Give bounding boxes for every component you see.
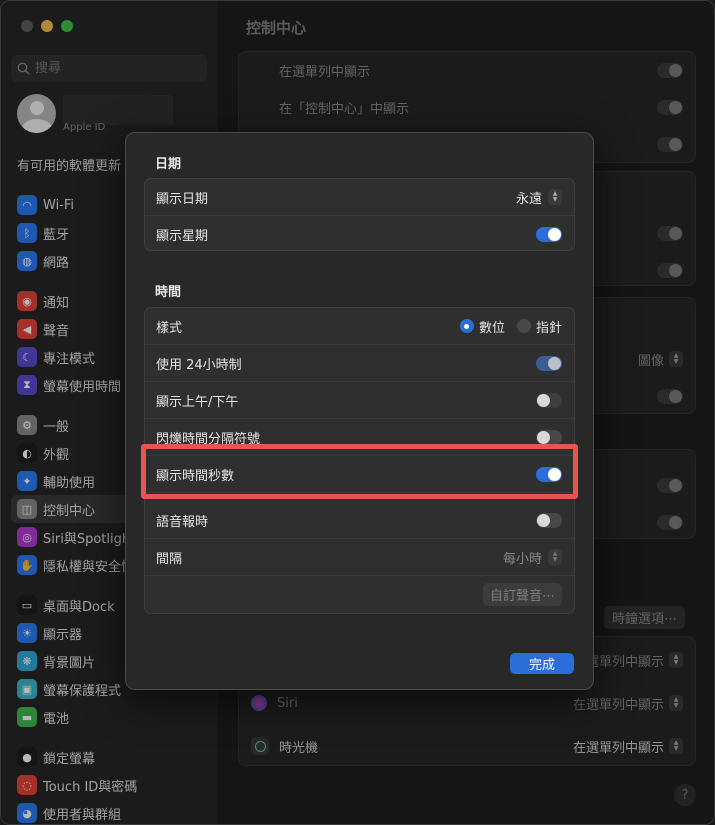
time-section-title: 時間 bbox=[155, 285, 182, 300]
style-digital-radio[interactable]: 數位 bbox=[459, 317, 505, 336]
show-weekday-toggle[interactable] bbox=[536, 227, 562, 242]
show-weekday-label: 顯示星期 bbox=[156, 229, 209, 244]
custom-voice-row: 自訂聲音⋯ bbox=[145, 576, 574, 613]
radio-unselected-icon bbox=[516, 319, 531, 333]
show-weekday-row: 顯示星期 bbox=[145, 216, 574, 253]
show-date-label: 顯示日期 bbox=[156, 191, 209, 207]
style-analog-radio[interactable]: 指針 bbox=[516, 317, 562, 336]
interval-label: 間隔 bbox=[156, 551, 183, 567]
done-button[interactable]: 完成 bbox=[510, 653, 574, 674]
show-date-value: 永遠 bbox=[515, 191, 542, 207]
style-radio-group: 數位 指針 bbox=[459, 317, 562, 336]
style-label: 樣式 bbox=[156, 320, 183, 336]
show-ampm-toggle[interactable] bbox=[536, 392, 562, 408]
style-analog-label: 指針 bbox=[535, 320, 562, 336]
flash-separators-toggle[interactable] bbox=[536, 429, 562, 445]
date-group: 顯示日期 永遠 ▲ ▼ 顯示星期 bbox=[144, 178, 575, 251]
interval-row: 間隔 每小時 ▲ ▼ bbox=[145, 539, 574, 576]
clock-options-sheet: 日期 顯示日期 永遠 ▲ ▼ 顯示星期 時間 樣式 數位 指針 使用 24小時制… bbox=[125, 132, 594, 690]
show-ampm-label: 顯示上午/下午 bbox=[156, 394, 239, 410]
updown-chevron-icon: ▲ ▼ bbox=[548, 189, 562, 205]
style-row: 樣式 數位 指針 bbox=[145, 308, 574, 345]
show-date-row: 顯示日期 永遠 ▲ ▼ bbox=[145, 179, 574, 216]
interval-select[interactable]: 每小時 ▲ ▼ bbox=[503, 548, 562, 567]
show-date-select[interactable]: 永遠 ▲ ▼ bbox=[516, 188, 562, 207]
show-ampm-row: 顯示上午/下午 bbox=[145, 382, 574, 419]
use-24h-row: 使用 24小時制 bbox=[145, 345, 574, 382]
announce-time-toggle[interactable] bbox=[536, 512, 562, 528]
updown-chevron-icon: ▲ ▼ bbox=[548, 549, 562, 565]
style-digital-label: 數位 bbox=[478, 320, 505, 336]
announce-time-label: 語音報時 bbox=[156, 514, 209, 530]
radio-selected-icon bbox=[459, 319, 474, 333]
date-section-title: 日期 bbox=[155, 157, 182, 172]
system-settings-window: Apple ID 有可用的軟體更新 ◠Wi-Fiᛒ藍牙◍網路◉通知◀聲音☾專注模… bbox=[0, 0, 715, 825]
custom-voice-button[interactable]: 自訂聲音⋯ bbox=[482, 583, 562, 606]
use-24h-label: 使用 24小時制 bbox=[156, 357, 242, 373]
use-24h-toggle[interactable] bbox=[536, 355, 562, 371]
interval-value: 每小時 bbox=[502, 551, 542, 567]
highlight-annotation bbox=[141, 444, 578, 499]
announce-time-row: 語音報時 bbox=[145, 502, 574, 539]
